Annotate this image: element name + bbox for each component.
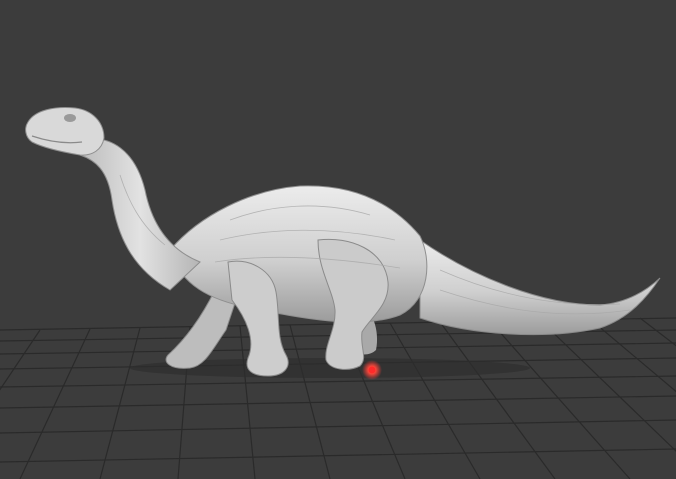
dinosaur-head	[25, 107, 105, 156]
dinosaur-neck	[79, 138, 201, 291]
3d-viewport[interactable]	[0, 0, 676, 479]
red-point-marker[interactable]	[362, 360, 382, 380]
dinosaur-tail	[419, 239, 661, 336]
dinosaur-eye	[64, 114, 76, 122]
viewport-scene[interactable]	[0, 0, 676, 479]
dinosaur-model[interactable]	[25, 107, 661, 378]
red-point-marker-icon[interactable]	[368, 366, 376, 374]
